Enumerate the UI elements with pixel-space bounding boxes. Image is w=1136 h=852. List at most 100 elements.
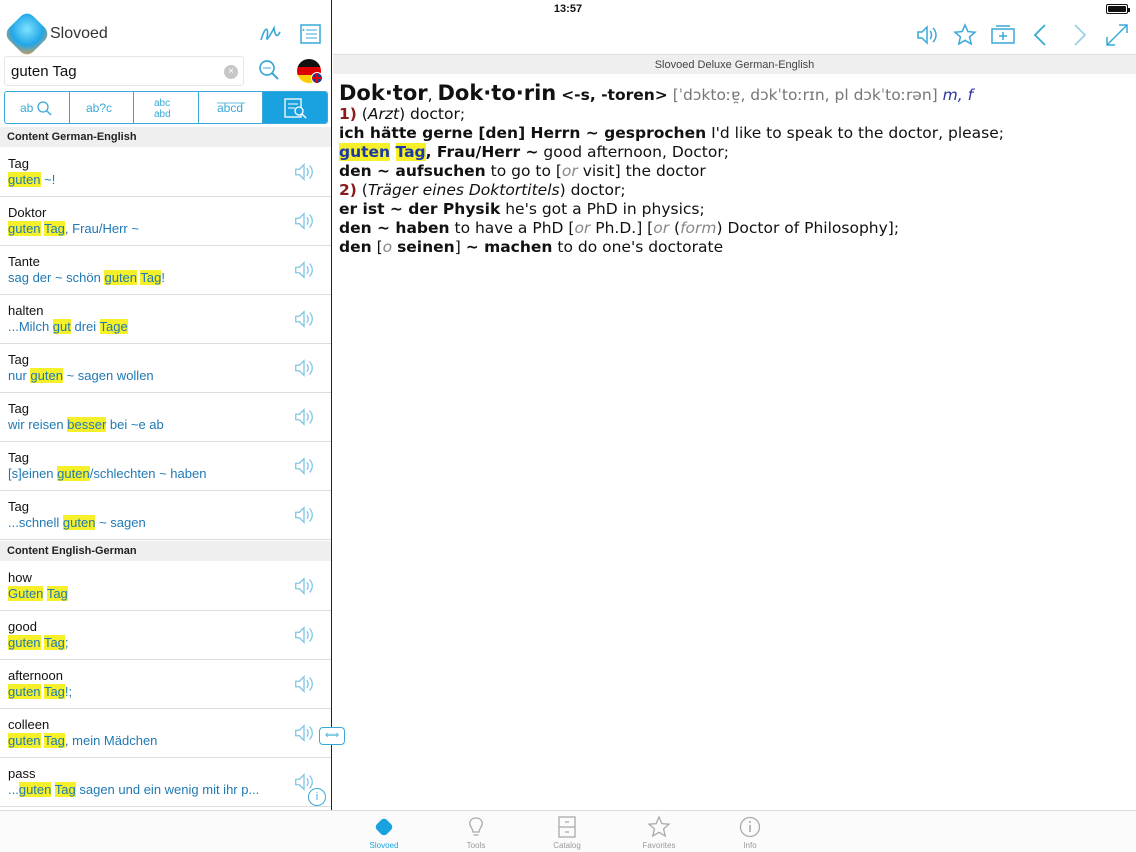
article-line: guten Tag, Frau/Herr ~ good afternoon, D… bbox=[339, 143, 729, 161]
tab-slovoed[interactable]: Slovoed bbox=[354, 815, 414, 850]
search-field[interactable]: × bbox=[4, 56, 244, 86]
add-card-icon[interactable] bbox=[990, 20, 1016, 50]
result-example: ...guten Tag sagen und ein wenig mit ihr… bbox=[8, 782, 260, 797]
tab-catalog[interactable]: Catalog bbox=[537, 815, 597, 850]
tab-label: Tools bbox=[466, 841, 486, 850]
battery-icon bbox=[1106, 4, 1130, 14]
clear-search-icon[interactable]: × bbox=[224, 65, 238, 79]
speaker-icon[interactable] bbox=[293, 504, 315, 526]
article-line: ich hätte gerne [den] Herrn ~ gesprochen… bbox=[339, 124, 1005, 142]
result-row[interactable]: good guten Tag; bbox=[0, 611, 331, 660]
app-brand: Slovoed bbox=[2, 9, 108, 59]
tab-favorites[interactable]: Favorites bbox=[629, 815, 689, 850]
result-row[interactable]: Tag guten ~! bbox=[0, 148, 331, 197]
article-line: 2) (Träger eines Doktortitels) doctor; bbox=[339, 181, 626, 199]
tab-label: Info bbox=[743, 841, 757, 850]
result-row[interactable]: colleen guten Tag, mein Mädchen bbox=[0, 709, 331, 758]
dictionary-article: Dok·tor, Dok·to·rin <-s, -toren> [ˈdɔkto… bbox=[339, 81, 1129, 257]
section-header: Content German-English bbox=[0, 127, 331, 147]
result-example: guten ~! bbox=[8, 172, 56, 187]
result-row[interactable]: halten ...Milch gut drei Tage bbox=[0, 295, 331, 344]
speaker-icon[interactable] bbox=[293, 210, 315, 232]
anagram-icon[interactable]: abc abd bbox=[134, 92, 199, 123]
result-row[interactable]: Tag ...schnell guten ~ sagen bbox=[0, 491, 331, 540]
panel-splitter-handle[interactable]: ⟺ bbox=[319, 727, 345, 745]
tab-bar: Slovoed Tools Catalog Favorites Info bbox=[0, 810, 1136, 852]
result-row[interactable]: Tag nur guten ~ sagen wollen bbox=[0, 344, 331, 393]
result-example: sag der ~ schön guten Tag! bbox=[8, 270, 166, 285]
fullscreen-icon[interactable] bbox=[1104, 20, 1130, 50]
svg-text:ab: ab bbox=[20, 101, 34, 115]
search-panel: Slovoed × ab ab?c abcabd abcd Con bbox=[0, 0, 332, 810]
article-line: den ~ aufsuchen to go to [or visit] the … bbox=[339, 162, 706, 180]
speaker-icon[interactable] bbox=[293, 455, 315, 477]
article-header: Dok·tor, Dok·to·rin <-s, -toren> [ˈdɔkto… bbox=[339, 81, 974, 105]
headword-feminine: Dok·to·rin bbox=[437, 81, 557, 105]
result-example: Guten Tag bbox=[8, 586, 68, 601]
headword: Dok·tor bbox=[339, 81, 428, 105]
pronunciation: [ˈdɔktoːɐ̯, dɔkˈtoːrɪn, pl dɔkˈtoːrən] bbox=[672, 86, 938, 104]
forward-chevron-icon[interactable] bbox=[1066, 20, 1092, 50]
info-icon[interactable]: i bbox=[308, 788, 326, 806]
speaker-icon[interactable] bbox=[293, 161, 315, 183]
search-input[interactable] bbox=[11, 62, 211, 80]
back-chevron-icon[interactable] bbox=[1028, 20, 1054, 50]
result-row[interactable]: afternoon guten Tag!; bbox=[0, 660, 331, 709]
wildcard-search-icon[interactable]: ab?c bbox=[70, 92, 135, 123]
tab-label: Slovoed bbox=[369, 841, 399, 850]
svg-text:abd: abd bbox=[154, 109, 171, 120]
fuzzy-search-icon[interactable]: ab bbox=[5, 92, 70, 123]
result-example: ...Milch gut drei Tage bbox=[8, 319, 128, 334]
result-headword: Tag bbox=[8, 499, 29, 514]
speaker-icon[interactable] bbox=[293, 575, 315, 597]
result-example: wir reisen besser bei ~e ab bbox=[8, 417, 164, 432]
article-toolbar bbox=[333, 18, 1136, 54]
result-example: guten Tag, Frau/Herr ~ bbox=[8, 221, 139, 236]
result-headword: Tag bbox=[8, 156, 29, 171]
speaker-icon[interactable] bbox=[293, 308, 315, 330]
search-icon[interactable] bbox=[256, 58, 282, 87]
speaker-icon[interactable] bbox=[293, 259, 315, 281]
result-example: nur guten ~ sagen wollen bbox=[8, 368, 154, 383]
speaker-icon[interactable] bbox=[293, 722, 315, 744]
article-line: den ~ haben to have a PhD [or Ph.D.] [or… bbox=[339, 219, 900, 237]
speaker-icon[interactable] bbox=[914, 20, 940, 50]
result-row[interactable]: pass ...guten Tag sagen und ein wenig mit… bbox=[0, 758, 331, 807]
result-headword: Tag bbox=[8, 352, 29, 367]
tab-label: Favorites bbox=[642, 841, 676, 850]
tab-info[interactable]: Info bbox=[720, 815, 780, 850]
speaker-icon[interactable] bbox=[293, 357, 315, 379]
article-line: er ist ~ der Physik he's got a PhD in ph… bbox=[339, 200, 705, 218]
spelling-icon[interactable]: abcd bbox=[199, 92, 264, 123]
uk-flag-icon[interactable] bbox=[311, 72, 323, 84]
favorite-star-icon[interactable] bbox=[952, 20, 978, 50]
result-row[interactable]: Tag wir reisen besser bei ~e ab bbox=[0, 393, 331, 442]
history-list-icon[interactable] bbox=[297, 22, 323, 46]
full-text-search-icon[interactable] bbox=[263, 92, 327, 123]
article-line: den [o seinen] ~ machen to do one's doct… bbox=[339, 238, 724, 256]
result-headword: afternoon bbox=[8, 668, 63, 683]
panel-toolbar bbox=[257, 22, 323, 46]
catalog-icon bbox=[558, 816, 576, 838]
star-icon bbox=[647, 815, 671, 838]
article-body: 1) (Arzt) doctor; ich hätte gerne [den] H… bbox=[339, 105, 1129, 257]
gender-label: m, f bbox=[942, 86, 974, 104]
result-headword: halten bbox=[8, 303, 44, 318]
speaker-icon[interactable] bbox=[293, 673, 315, 695]
result-row[interactable]: Doktor guten Tag, Frau/Herr ~ bbox=[0, 197, 331, 246]
tab-tools[interactable]: Tools bbox=[446, 815, 506, 850]
info-icon bbox=[739, 816, 761, 838]
dictionary-title: Slovoed Deluxe German-English bbox=[333, 54, 1136, 74]
speaker-icon[interactable] bbox=[293, 624, 315, 646]
handwriting-icon[interactable] bbox=[257, 22, 283, 46]
result-row[interactable]: Tag [s]einen guten/schlechten ~ haben bbox=[0, 442, 331, 491]
search-mode-selector: ab ab?c abc abd abcd bbox=[4, 91, 328, 124]
result-row[interactable]: Tante sag der ~ schön guten Tag! bbox=[0, 246, 331, 295]
slovoed-icon bbox=[375, 818, 393, 836]
result-headword: Tante bbox=[8, 254, 40, 269]
result-headword: Doktor bbox=[8, 205, 47, 220]
svg-text:ab?c: ab?c bbox=[86, 101, 112, 115]
speaker-icon[interactable] bbox=[293, 406, 315, 428]
app-name: Slovoed bbox=[50, 25, 108, 42]
result-row[interactable]: how Guten Tag bbox=[0, 562, 331, 611]
